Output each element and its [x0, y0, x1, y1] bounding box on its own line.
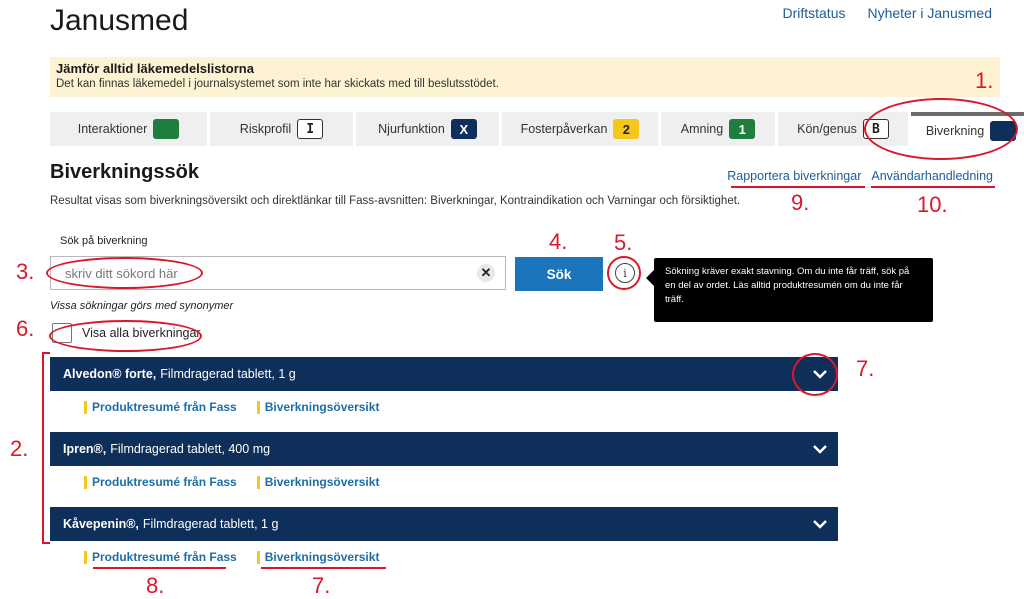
chevron-down-icon[interactable] [812, 441, 828, 457]
annotation-number: 5. [614, 230, 633, 255]
overview-link[interactable]: Biverkningsöversikt [256, 475, 380, 489]
annotation-circle-chevron [792, 353, 838, 396]
banner-title: Jämför alltid läkemedelslistorna [56, 61, 254, 76]
result-header-ipren[interactable]: Ipren®, Filmdragerad tablett, 400 mg [50, 432, 838, 466]
tab-label: Amning [680, 122, 724, 136]
annotation-number: 8. [146, 573, 165, 598]
overview-link[interactable]: Biverkningsöversikt [256, 550, 380, 564]
annotation-number: 4. [549, 229, 568, 254]
tab-label: Njurfunktion [378, 122, 445, 136]
annotation-number: 10. [917, 192, 948, 217]
fosterpaverkan-badge: 2 [613, 119, 640, 139]
interaction-status-badge [153, 119, 180, 139]
annotation-circle-search [46, 257, 203, 289]
drug-name: Kåvepenin®, [63, 517, 139, 531]
annotation-circle-tab [864, 98, 1018, 160]
annotation-underline [93, 567, 226, 569]
banner-text: Det kan finnas läkemedel i journalsystem… [56, 78, 499, 90]
drug-detail: Filmdragerad tablett, 1 g [160, 367, 296, 381]
njurfunktion-badge: X [450, 119, 477, 139]
tab-label: Riskprofil [239, 122, 292, 136]
tab-fosterpaverkan[interactable]: Fosterpåverkan 2 [502, 112, 658, 146]
clear-icon[interactable]: ✕ [477, 264, 495, 282]
user-manual-link[interactable]: Användarhandledning [871, 169, 993, 183]
annotation-number: 6. [16, 316, 35, 341]
annotation-underline [261, 567, 386, 569]
annotation-number: 1. [975, 68, 994, 93]
fass-link-label: Produktresumé från Fass [92, 400, 237, 414]
section-title: Biverkningssök [50, 161, 199, 183]
drug-detail: Filmdragerad tablett, 400 mg [110, 442, 271, 456]
annotation-number: 9. [791, 190, 810, 215]
tab-label: Fosterpåverkan [520, 122, 608, 136]
section-links: Rapportera biverkningar Användarhandledn… [727, 169, 993, 183]
tab-amning[interactable]: Amning 1 [661, 112, 775, 146]
overview-link-label: Biverkningsöversikt [264, 550, 380, 564]
overview-link-label: Biverkningsöversikt [264, 475, 380, 489]
intro-text: Resultat visas som biverkningsöversikt o… [50, 195, 741, 207]
annotation-number: 7. [856, 356, 875, 381]
search-label: Sök på biverkning [60, 235, 148, 247]
result-header-alvedon[interactable]: Alvedon® forte, Filmdragerad tablett, 1 … [50, 357, 838, 391]
annotation-number: 3. [16, 259, 35, 284]
search-tooltip: Sökning kräver exakt stavning. Om du int… [646, 258, 933, 322]
drug-name: Ipren®, [63, 442, 107, 456]
fass-link-label: Produktresumé från Fass [92, 475, 237, 489]
tab-label: Interaktioner [77, 122, 148, 136]
app-title: Janusmed [50, 4, 189, 37]
riskprofil-badge: I [297, 119, 324, 139]
driftstatus-link[interactable]: Driftstatus [782, 5, 845, 21]
link-marker [256, 475, 260, 489]
link-marker [256, 550, 260, 564]
nyheter-link[interactable]: Nyheter i Janusmed [867, 5, 992, 21]
tab-label: Kön/genus [797, 122, 857, 136]
warning-banner: Jämför alltid läkemedelslistorna Det kan… [50, 57, 1000, 97]
annotation-bracket [42, 352, 50, 544]
annotation-underline [871, 186, 995, 188]
overview-link[interactable]: Biverkningsöversikt [256, 400, 380, 414]
top-links: Driftstatus Nyheter i Janusmed [782, 5, 992, 21]
tab-riskprofil[interactable]: Riskprofil I [210, 112, 353, 146]
link-marker [84, 550, 87, 564]
chevron-down-icon[interactable] [812, 516, 828, 532]
annotation-number: 2. [10, 436, 29, 461]
search-button[interactable]: Sök [515, 257, 603, 291]
result-links: Produktresumé från Fass Biverkningsövers… [84, 550, 379, 564]
drug-detail: Filmdragerad tablett, 1 g [142, 517, 279, 531]
synonym-note: Vissa sökningar görs med synonymer [50, 300, 234, 312]
link-marker [256, 400, 260, 414]
result-header-kavepenin[interactable]: Kåvepenin®, Filmdragerad tablett, 1 g [50, 507, 838, 541]
result-links: Produktresumé från Fass Biverkningsövers… [84, 400, 379, 414]
fass-link-label: Produktresumé från Fass [92, 550, 237, 564]
amning-badge: 1 [729, 119, 756, 139]
link-marker [84, 475, 87, 489]
annotation-circle-showall [49, 320, 202, 352]
annotation-underline [731, 186, 865, 188]
annotation-number: 7. [312, 573, 331, 598]
report-adverse-link[interactable]: Rapportera biverkningar [727, 169, 861, 183]
link-marker [84, 400, 87, 414]
drug-name: Alvedon® forte, [63, 367, 157, 381]
fass-link[interactable]: Produktresumé från Fass [84, 475, 237, 489]
annotation-circle-info [607, 256, 641, 290]
fass-link[interactable]: Produktresumé från Fass [84, 550, 237, 564]
fass-link[interactable]: Produktresumé från Fass [84, 400, 237, 414]
result-links: Produktresumé från Fass Biverkningsövers… [84, 475, 379, 489]
tab-interaktioner[interactable]: Interaktioner [50, 112, 207, 146]
tab-njurfunktion[interactable]: Njurfunktion X [356, 112, 499, 146]
overview-link-label: Biverkningsöversikt [264, 400, 380, 414]
